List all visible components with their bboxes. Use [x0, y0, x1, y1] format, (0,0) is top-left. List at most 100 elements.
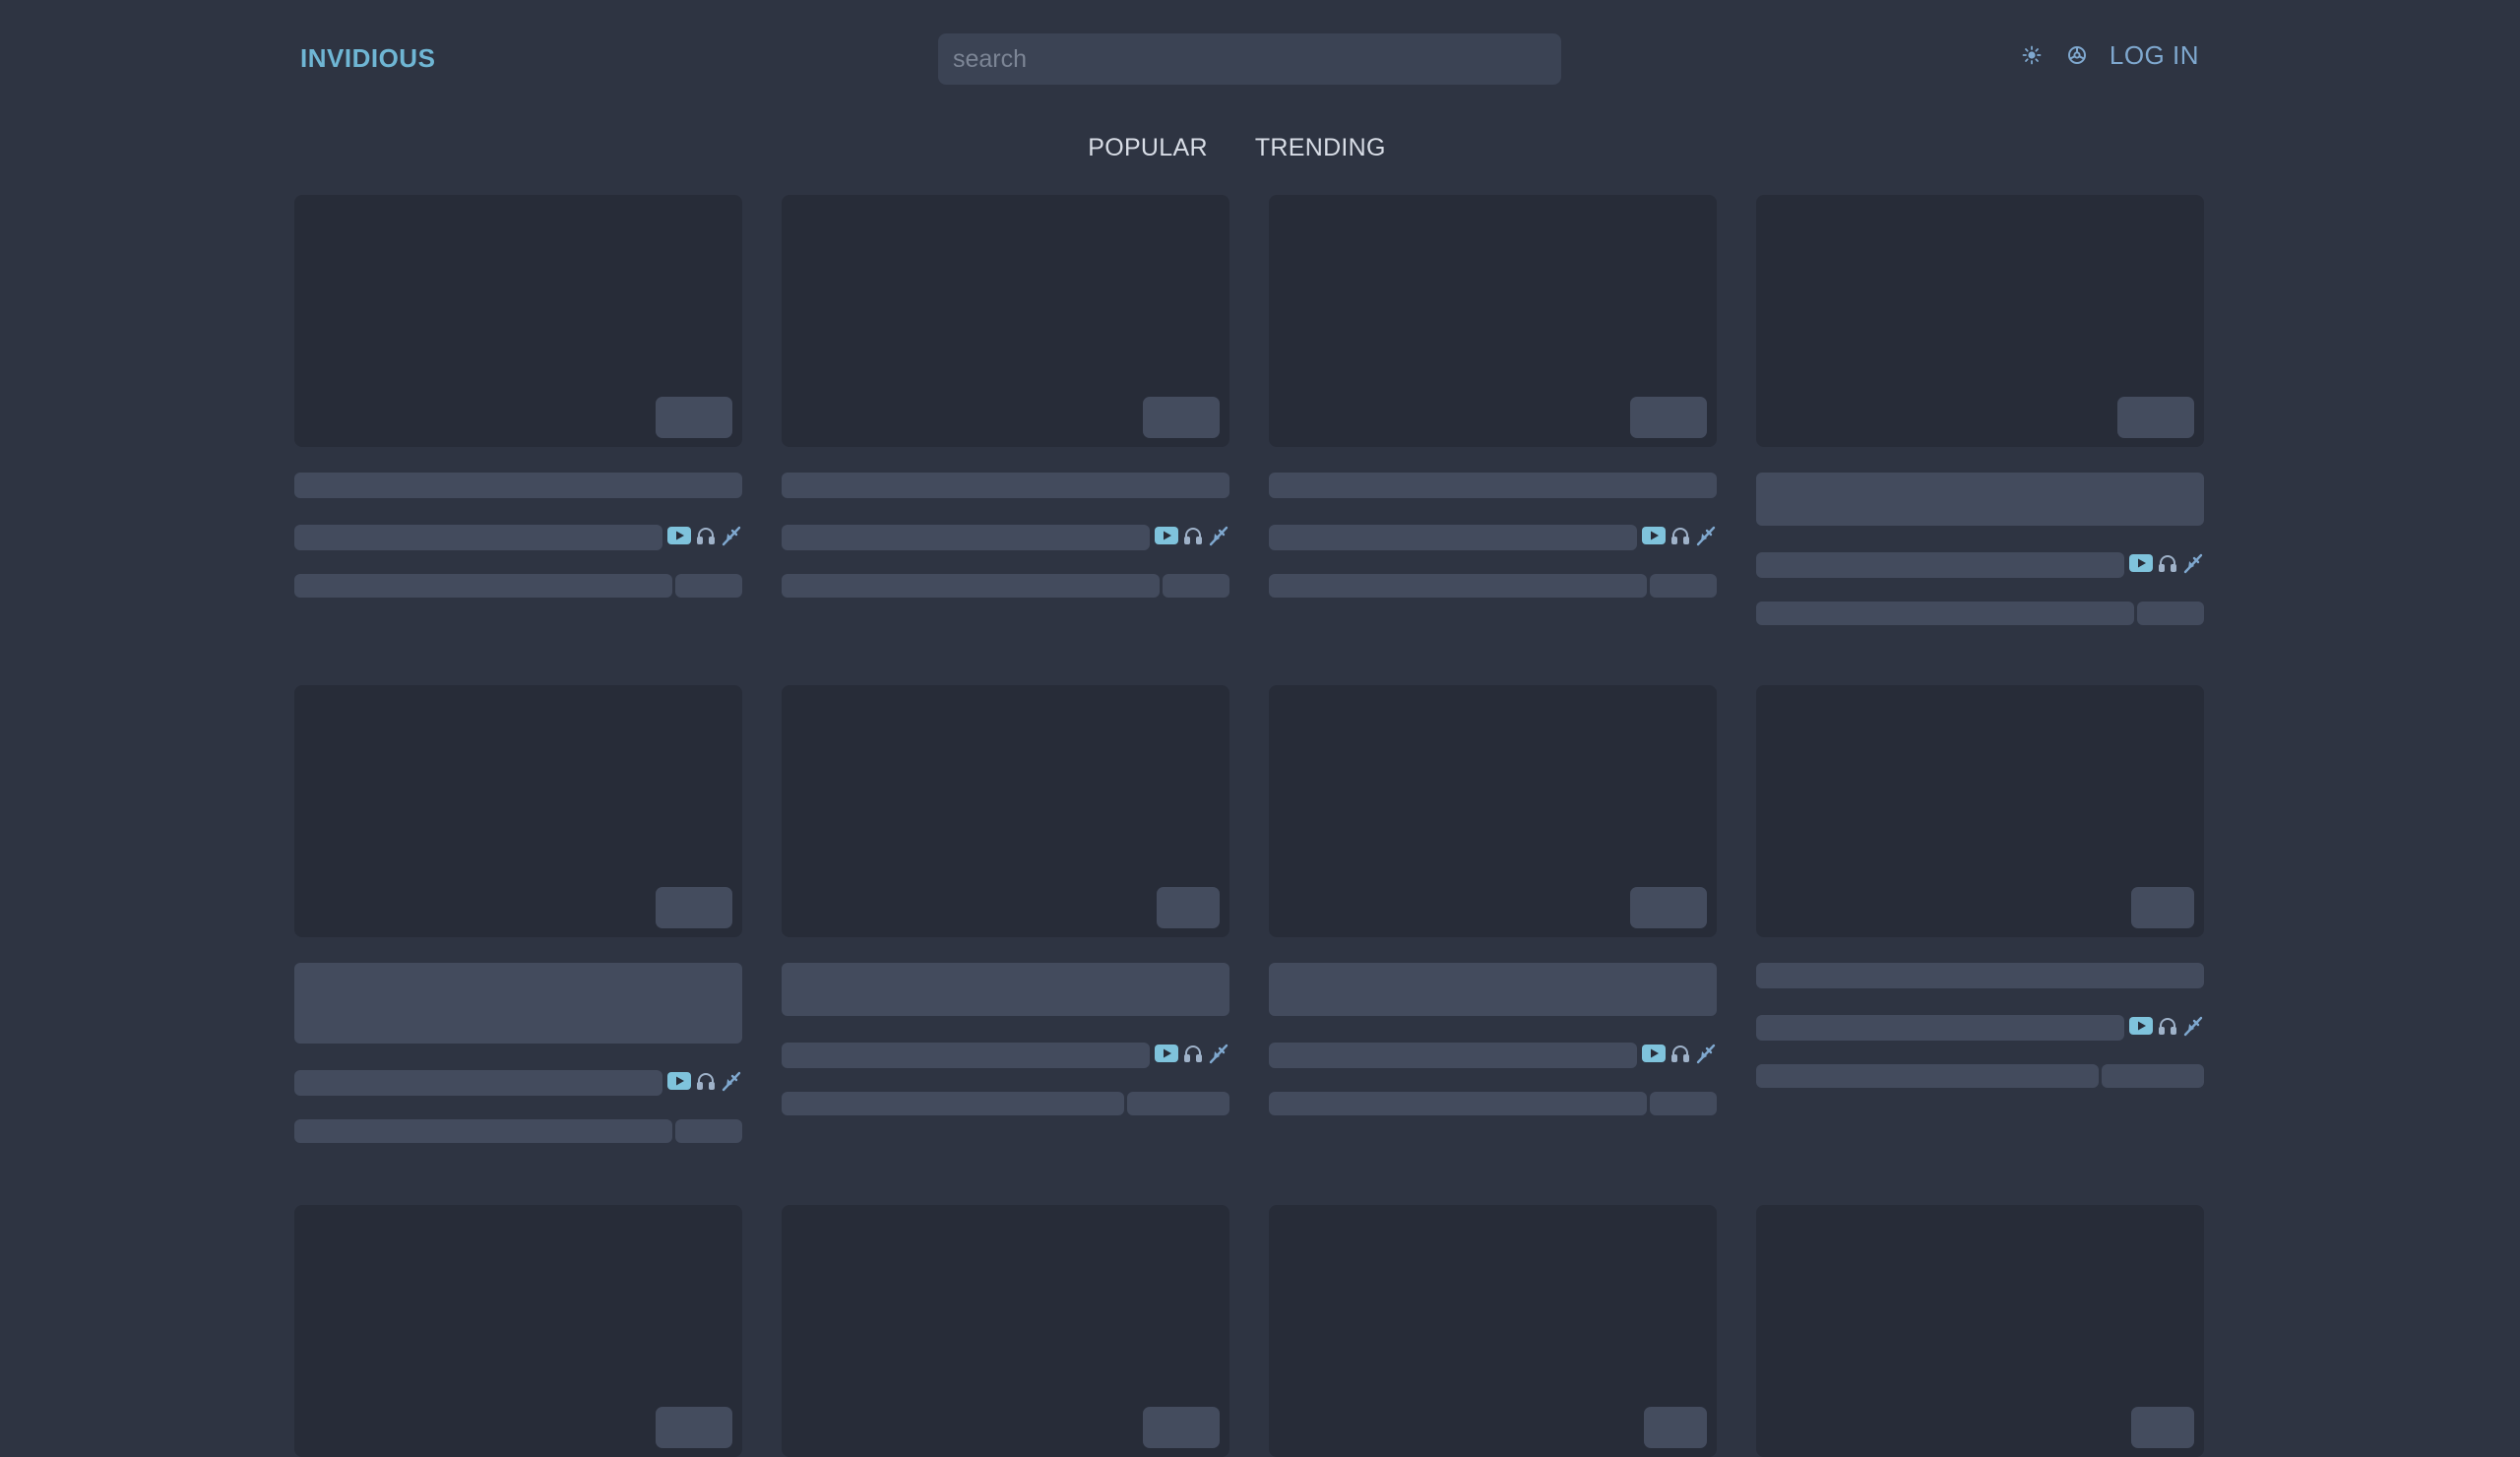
- video-length-badge: [1143, 397, 1220, 438]
- user-actions: LOG IN: [2019, 39, 2199, 71]
- video-length-badge: [656, 1407, 732, 1448]
- video-length-badge: [2131, 1407, 2194, 1448]
- video-title-placeholder[interactable]: [1756, 963, 2204, 988]
- video-card: [294, 195, 742, 598]
- search-input[interactable]: [938, 33, 1561, 85]
- headphones-icon[interactable]: [1183, 526, 1203, 550]
- video-title-placeholder[interactable]: [1269, 473, 1717, 498]
- youtube-icon[interactable]: [667, 1071, 691, 1095]
- view-count-placeholder: [1163, 574, 1229, 598]
- video-thumbnail[interactable]: [1269, 685, 1717, 937]
- channel-name-placeholder[interactable]: [1269, 1043, 1637, 1068]
- gear-icon[interactable]: [2064, 39, 2090, 71]
- view-count-placeholder: [1650, 574, 1717, 598]
- video-thumbnail[interactable]: [782, 685, 1229, 937]
- video-thumbnail[interactable]: [294, 685, 742, 937]
- video-thumbnail[interactable]: [782, 195, 1229, 447]
- video-thumbnail[interactable]: [294, 195, 742, 447]
- login-link[interactable]: LOG IN: [2110, 40, 2199, 71]
- video-length-badge: [1644, 1407, 1707, 1448]
- redirect-icon[interactable]: [1695, 525, 1717, 551]
- view-count-placeholder: [1650, 1092, 1717, 1115]
- publish-date-placeholder: [1269, 1092, 1647, 1115]
- video-card: [1269, 685, 1717, 1115]
- headphones-icon[interactable]: [1670, 1044, 1690, 1068]
- video-card: [1756, 195, 2204, 625]
- video-thumbnail[interactable]: [1269, 1205, 1717, 1457]
- video-meta-row: [1756, 602, 2204, 625]
- headphones-icon[interactable]: [1670, 526, 1690, 550]
- video-thumbnail[interactable]: [782, 1205, 1229, 1457]
- channel-row: [1756, 552, 2204, 578]
- publish-date-placeholder: [1756, 602, 2134, 625]
- video-meta-row: [1269, 574, 1717, 598]
- video-card: [294, 685, 742, 1143]
- navbar: INVIDIOUS LOG IN: [0, 0, 2520, 116]
- youtube-icon[interactable]: [667, 526, 691, 549]
- youtube-icon[interactable]: [2129, 1016, 2153, 1040]
- video-card: [1269, 195, 1717, 598]
- video-links: [1150, 526, 1229, 549]
- channel-name-placeholder[interactable]: [294, 1070, 662, 1096]
- video-thumbnail[interactable]: [1269, 195, 1717, 447]
- video-thumbnail[interactable]: [294, 1205, 742, 1457]
- youtube-icon[interactable]: [1642, 526, 1666, 549]
- video-thumbnail[interactable]: [1756, 195, 2204, 447]
- view-count-placeholder: [675, 1119, 742, 1143]
- video-title-placeholder[interactable]: [294, 963, 742, 1044]
- tab-popular[interactable]: POPULAR: [1088, 134, 1208, 162]
- publish-date-placeholder: [782, 574, 1160, 598]
- video-links: [1637, 1044, 1717, 1067]
- headphones-icon[interactable]: [696, 1071, 716, 1096]
- video-meta-row: [1269, 1092, 1717, 1115]
- feed-tabs: POPULAR TRENDING: [0, 134, 2520, 162]
- view-count-placeholder: [2102, 1064, 2204, 1088]
- video-title-placeholder[interactable]: [1269, 963, 1717, 1016]
- video-card: [782, 1205, 1229, 1457]
- video-card: [782, 685, 1229, 1115]
- redirect-icon[interactable]: [721, 525, 742, 551]
- video-card: [1756, 1205, 2204, 1457]
- view-count-placeholder: [1127, 1092, 1229, 1115]
- channel-name-placeholder[interactable]: [1269, 525, 1637, 550]
- youtube-icon[interactable]: [1642, 1044, 1666, 1067]
- video-meta-row: [782, 1092, 1229, 1115]
- redirect-icon[interactable]: [1208, 1043, 1229, 1069]
- video-title-placeholder[interactable]: [1756, 473, 2204, 526]
- publish-date-placeholder: [782, 1092, 1124, 1115]
- video-links: [1150, 1044, 1229, 1067]
- youtube-icon[interactable]: [2129, 553, 2153, 577]
- publish-date-placeholder: [1756, 1064, 2099, 1088]
- redirect-icon[interactable]: [1208, 525, 1229, 551]
- headphones-icon[interactable]: [2158, 1016, 2177, 1041]
- video-thumbnail[interactable]: [1756, 685, 2204, 937]
- channel-row: [294, 1070, 742, 1096]
- headphones-icon[interactable]: [2158, 553, 2177, 578]
- channel-row: [294, 525, 742, 550]
- publish-date-placeholder: [294, 574, 672, 598]
- tab-trending[interactable]: TRENDING: [1255, 134, 1386, 162]
- redirect-icon[interactable]: [721, 1070, 742, 1097]
- invidious-logo[interactable]: INVIDIOUS: [300, 43, 435, 74]
- video-card: [1269, 1205, 1717, 1457]
- video-title-placeholder[interactable]: [782, 473, 1229, 498]
- youtube-icon[interactable]: [1155, 1044, 1178, 1067]
- redirect-icon[interactable]: [1695, 1043, 1717, 1069]
- redirect-icon[interactable]: [2182, 1015, 2204, 1042]
- view-count-placeholder: [675, 574, 742, 598]
- video-length-badge: [1157, 887, 1220, 928]
- headphones-icon[interactable]: [696, 526, 716, 550]
- redirect-icon[interactable]: [2182, 552, 2204, 579]
- video-title-placeholder[interactable]: [294, 473, 742, 498]
- channel-name-placeholder[interactable]: [782, 525, 1150, 550]
- sun-icon[interactable]: [2019, 39, 2045, 71]
- channel-name-placeholder[interactable]: [294, 525, 662, 550]
- video-thumbnail[interactable]: [1756, 1205, 2204, 1457]
- video-length-badge: [656, 887, 732, 928]
- youtube-icon[interactable]: [1155, 526, 1178, 549]
- channel-name-placeholder[interactable]: [1756, 1015, 2124, 1041]
- video-title-placeholder[interactable]: [782, 963, 1229, 1016]
- headphones-icon[interactable]: [1183, 1044, 1203, 1068]
- channel-name-placeholder[interactable]: [1756, 552, 2124, 578]
- channel-name-placeholder[interactable]: [782, 1043, 1150, 1068]
